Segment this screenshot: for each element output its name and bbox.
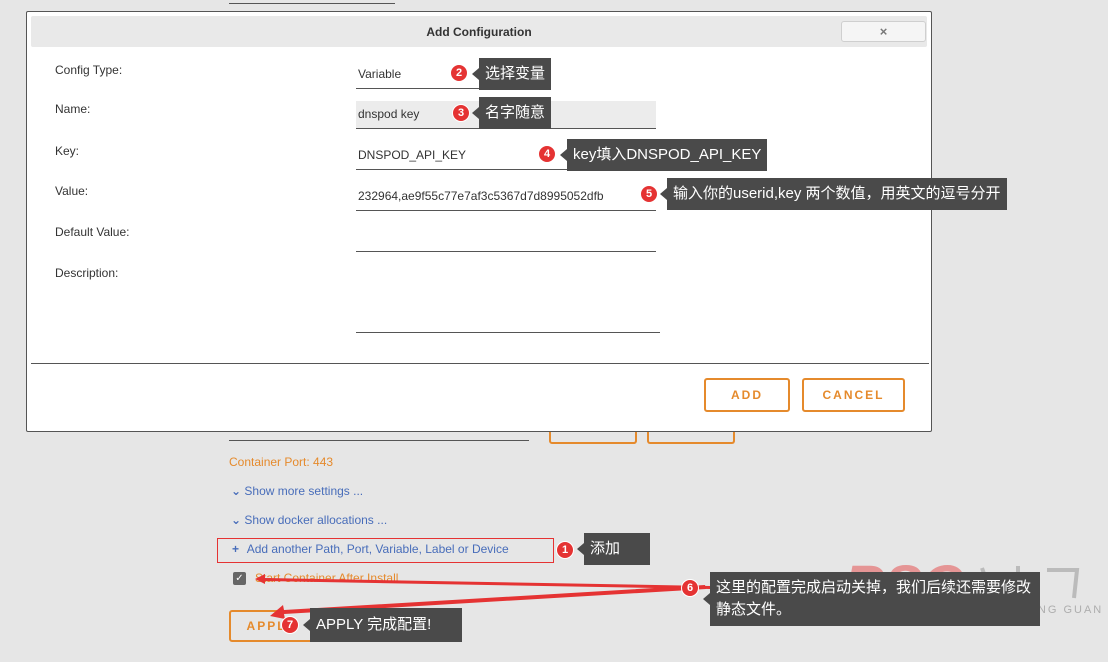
add-another-link[interactable]: + Add another Path, Port, Variable, Labe… bbox=[232, 542, 509, 556]
annotation-badge-5: 5 bbox=[640, 185, 658, 203]
cancel-button[interactable]: CANCEL bbox=[802, 378, 905, 412]
container-port-text: Container Port: 443 bbox=[229, 455, 334, 469]
add-button[interactable]: ADD bbox=[704, 378, 790, 412]
annotation-tip-6: 这里的配置完成启动关掉，我们后续还需要修改静态文件。 bbox=[710, 572, 1040, 626]
show-more-settings-label: Show more settings ... bbox=[244, 484, 364, 498]
value-label: Value: bbox=[55, 184, 89, 198]
config-type-label: Config Type: bbox=[55, 63, 123, 77]
annotation-badge-7: 7 bbox=[281, 616, 299, 634]
background-field-line bbox=[229, 440, 529, 441]
annotation-badge-6: 6 bbox=[681, 579, 699, 597]
name-label: Name: bbox=[55, 102, 91, 116]
show-docker-allocations-label: Show docker allocations ... bbox=[244, 513, 388, 527]
annotation-tip-3: 名字随意 bbox=[479, 97, 552, 129]
start-container-checkbox[interactable]: ✓ bbox=[233, 572, 246, 585]
add-another-label: Add another Path, Port, Variable, Label … bbox=[246, 542, 509, 556]
background-button-fragment bbox=[549, 432, 637, 444]
key-label: Key: bbox=[55, 144, 80, 158]
plus-icon: + bbox=[232, 542, 240, 556]
annotation-tip-4: key填入DNSPOD_API_KEY bbox=[567, 139, 768, 171]
annotation-tip-2: 选择变量 bbox=[479, 58, 552, 90]
modal-title: Add Configuration bbox=[426, 25, 532, 39]
background-top-line bbox=[229, 3, 395, 4]
show-docker-allocations-link[interactable]: ⌄ Show docker allocations ... bbox=[231, 513, 387, 527]
check-icon: ✓ bbox=[235, 573, 244, 584]
annotation-tip-1: 添加 bbox=[584, 533, 650, 565]
value-input[interactable]: 232964,ae9f55c77e7af3c5367d7d8995052dfb bbox=[356, 183, 656, 211]
modal-divider bbox=[31, 363, 929, 364]
annotation-tip-5: 输入你的userid,key 两个数值，用英文的逗号分开 bbox=[667, 178, 1007, 210]
annotation-badge-3: 3 bbox=[452, 104, 470, 122]
annotation-tip-7: APPLY 完成配置! bbox=[310, 608, 462, 642]
chevron-down-icon: ⌄ bbox=[231, 484, 242, 498]
background-button-fragment bbox=[647, 432, 735, 444]
close-icon: × bbox=[879, 24, 888, 39]
default-value-input[interactable] bbox=[356, 225, 656, 252]
modal-header: Add Configuration × bbox=[31, 16, 927, 47]
annotation-badge-1: 1 bbox=[556, 541, 574, 559]
close-button[interactable]: × bbox=[841, 21, 926, 42]
description-label: Description: bbox=[55, 266, 119, 280]
annotation-badge-2: 2 bbox=[450, 64, 468, 82]
description-textarea[interactable] bbox=[356, 265, 660, 333]
default-value-label: Default Value: bbox=[55, 225, 130, 239]
annotation-badge-4: 4 bbox=[538, 145, 556, 163]
show-more-settings-link[interactable]: ⌄ Show more settings ... bbox=[231, 484, 363, 498]
chevron-down-icon: ⌄ bbox=[231, 513, 242, 527]
